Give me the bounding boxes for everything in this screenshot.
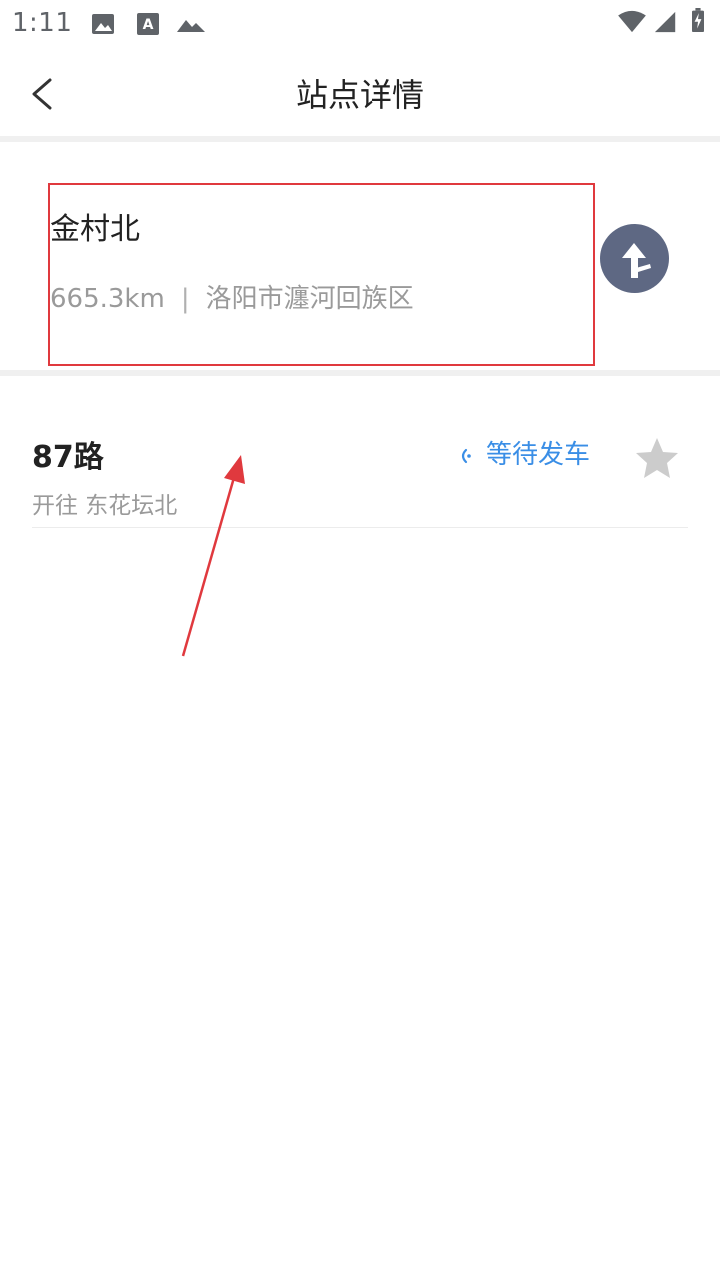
star-icon[interactable] [632, 434, 682, 484]
route-direction: 开往 东花坛北 [32, 493, 178, 519]
route-row[interactable]: 87路 开往 东花坛北 等待发车 [32, 390, 688, 528]
station-name: 金村北 [50, 212, 140, 247]
signal-wave-icon [461, 448, 471, 463]
status-time: 1:11 [12, 8, 73, 38]
font-a-icon: A [137, 13, 159, 35]
signal-icon [654, 11, 676, 33]
station-meta: 665.3km | 洛阳市瀍河回族区 [50, 278, 414, 315]
route-name: 87路 [32, 440, 104, 475]
status-bar: 1:11 A [0, 0, 720, 50]
image-icon [92, 14, 114, 34]
turn-arrow-icon [622, 243, 651, 278]
meta-separator: | [180, 284, 190, 314]
app-header: 站点详情 [0, 50, 720, 136]
navigate-button[interactable] [600, 224, 669, 293]
route-status-text: 等待发车 [486, 440, 591, 470]
station-divider [0, 370, 720, 376]
wifi-icon [618, 10, 646, 33]
route-status: 等待发车 [458, 434, 590, 471]
battery-charging-icon [692, 8, 704, 32]
svg-text:A: A [143, 17, 154, 33]
mountain-icon [177, 20, 205, 32]
station-card: 金村北 665.3km | 洛阳市瀍河回族区 [0, 142, 720, 370]
station-district: 洛阳市瀍河回族区 [205, 284, 414, 314]
station-distance: 665.3km [50, 284, 165, 314]
page-title: 站点详情 [295, 76, 424, 114]
